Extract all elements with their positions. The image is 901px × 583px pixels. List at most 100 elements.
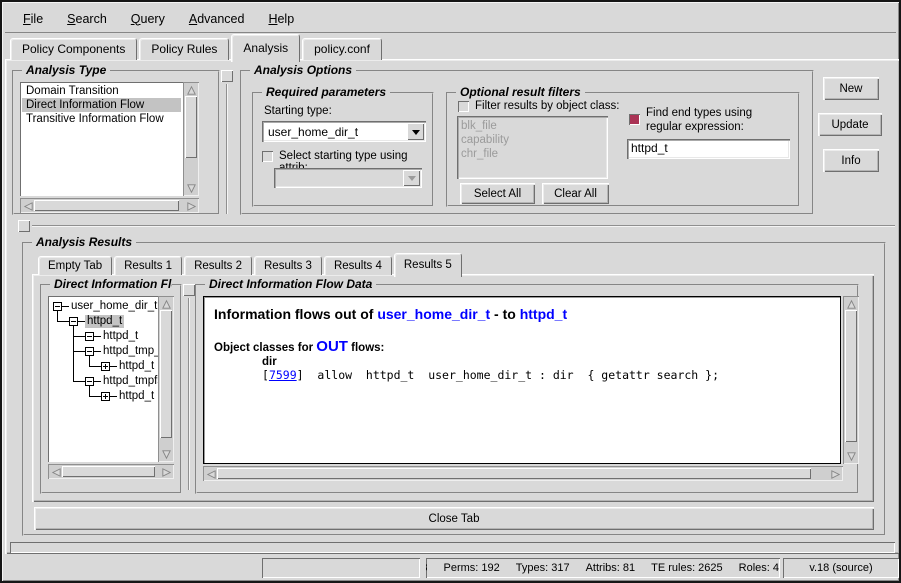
scrollbar-thumb[interactable] [845,310,857,442]
regex-input[interactable]: httpd_t [627,139,790,159]
analysis-type-option[interactable]: Transitive Information Flow [22,112,181,126]
scrollbar-thumb[interactable] [185,96,197,158]
new-button[interactable]: New [823,77,879,100]
menu-item[interactable]: Search [57,9,117,29]
results-tab[interactable]: Results 1 [114,256,182,275]
tree-expand-toggle[interactable] [53,302,62,311]
attrib-combobox-value[interactable] [276,170,403,186]
scroll-left-arrow-icon[interactable] [205,468,217,480]
tree-node[interactable]: user_home_dir_t [53,299,158,314]
scrollbar-thumb[interactable] [160,310,172,438]
scroll-down-arrow-icon[interactable] [185,182,197,194]
scrollbar-trough[interactable] [845,310,857,450]
rule-number-link[interactable]: 7599 [269,368,297,382]
scrollbar-thumb[interactable] [62,466,155,477]
tree-node-label[interactable]: httpd_tmpfs_t [101,375,158,388]
tree-node-label[interactable]: httpd_tmp_t [101,345,158,358]
tree-node[interactable]: httpd_tmp_t [85,344,158,359]
analysis-type-vertical-scrollbar[interactable] [183,82,199,196]
tree-node[interactable]: httpd_tmpfs_t [85,374,158,389]
attrib-checkbox[interactable] [262,151,273,162]
main-tab[interactable]: Policy Components [10,38,137,60]
attrib-dropdown-button[interactable] [403,170,420,186]
main-tab[interactable]: policy.conf [302,38,382,60]
analysis-type-option[interactable]: Direct Information Flow [22,98,181,112]
tree-node-label[interactable]: httpd_t [101,330,140,343]
close-tab-button[interactable]: Close Tab [34,507,874,530]
object-class-name: dir [262,356,830,368]
tree-node[interactable]: httpd_t [85,329,140,344]
results-tab[interactable]: Results 2 [184,256,252,275]
flow-data-vertical-scrollbar[interactable] [843,296,859,464]
tree-expand-toggle[interactable] [85,377,94,386]
update-button[interactable]: Update [818,113,882,136]
main-tab[interactable]: Analysis [231,34,300,62]
tree-node-label[interactable]: httpd_t [117,360,156,373]
starting-type-combobox[interactable]: user_home_dir_t [262,121,426,142]
tree-expand-toggle[interactable] [69,317,78,326]
tree-node-label[interactable]: httpd_t [85,315,124,328]
main-tab[interactable]: Policy Rules [139,38,229,60]
flow-data-horizontal-scrollbar[interactable] [203,466,843,481]
tree-expand-toggle[interactable] [101,392,110,401]
scrollbar-thumb[interactable] [217,468,811,479]
results-tab[interactable]: Empty Tab [38,256,112,275]
scroll-left-arrow-icon[interactable] [50,466,62,478]
results-tab[interactable]: Results 3 [254,256,322,275]
tree-node-label[interactable]: user_home_dir_t [69,300,158,313]
scrollbar-trough[interactable] [160,310,172,448]
scroll-up-arrow-icon[interactable] [160,298,172,310]
scrollbar-trough[interactable] [34,200,185,211]
menu-item[interactable]: Advanced [179,9,255,29]
main-pane-sash[interactable] [32,225,895,227]
tree-expand-toggle[interactable] [85,332,94,341]
scroll-down-arrow-icon[interactable] [160,448,172,460]
menu-item[interactable]: Query [121,9,175,29]
menu-item[interactable]: File [13,9,53,29]
scroll-right-arrow-icon[interactable] [160,466,172,478]
tree-expand-toggle[interactable] [101,362,110,371]
scrollbar-thumb[interactable] [34,200,179,211]
scroll-left-arrow-icon[interactable] [22,200,34,212]
analysis-type-option[interactable]: Domain Transition [22,84,181,98]
results-tab[interactable]: Results 5 [394,253,462,277]
scroll-down-arrow-icon[interactable] [845,450,857,462]
analysis-type-list[interactable]: Domain TransitionDirect Information Flow… [20,82,183,196]
menubar: FileSearchQueryAdvancedHelp [5,5,896,34]
policy-stat: Classes: 53 [426,562,428,574]
scrollbar-trough[interactable] [217,468,829,479]
attrib-combobox[interactable] [274,168,422,188]
main-pane-sash-handle[interactable] [18,220,30,232]
info-button[interactable]: Info [823,149,879,172]
flow-tree-vertical-scrollbar[interactable] [158,296,174,462]
tree-node[interactable]: httpd_t [101,359,156,374]
starting-type-dropdown-button[interactable] [407,123,424,140]
clear-all-button[interactable]: Clear All [542,183,609,204]
top-pane-sash[interactable] [226,84,228,214]
tree-node-label[interactable]: httpd_t [117,390,156,403]
regex-checkbox[interactable] [629,114,640,125]
flow-tree-horizontal-scrollbar[interactable] [48,464,174,479]
scroll-right-arrow-icon[interactable] [829,468,841,480]
flow-data-text[interactable]: Information flows out of user_home_dir_t… [203,296,841,464]
tree-connector-dash [94,351,101,352]
flow-tree[interactable]: user_home_dir_t httpd_t httpd_t httpd_tmp_t… [48,296,158,462]
object-class-list: blk_filecapabilitychr_file [457,116,608,179]
object-class-filter-checkbox[interactable] [458,101,469,112]
scrollbar-trough[interactable] [62,466,160,477]
starting-type-value[interactable]: user_home_dir_t [264,123,407,140]
tree-node[interactable]: httpd_t [69,314,124,329]
analysis-type-horizontal-scrollbar[interactable] [20,198,199,213]
scroll-up-arrow-icon[interactable] [845,298,857,310]
top-pane-sash-handle[interactable] [221,70,233,82]
tree-expand-toggle[interactable] [85,347,94,356]
results-pane-sash-handle[interactable] [183,284,195,296]
scroll-right-arrow-icon[interactable] [185,200,197,212]
scroll-up-arrow-icon[interactable] [185,84,197,96]
scrollbar-trough[interactable] [185,96,197,182]
tree-node[interactable]: httpd_t [101,389,156,404]
results-tab[interactable]: Results 4 [324,256,392,275]
results-pane-sash[interactable] [188,298,190,490]
select-all-button[interactable]: Select All [460,183,535,204]
menu-item[interactable]: Help [258,9,304,29]
